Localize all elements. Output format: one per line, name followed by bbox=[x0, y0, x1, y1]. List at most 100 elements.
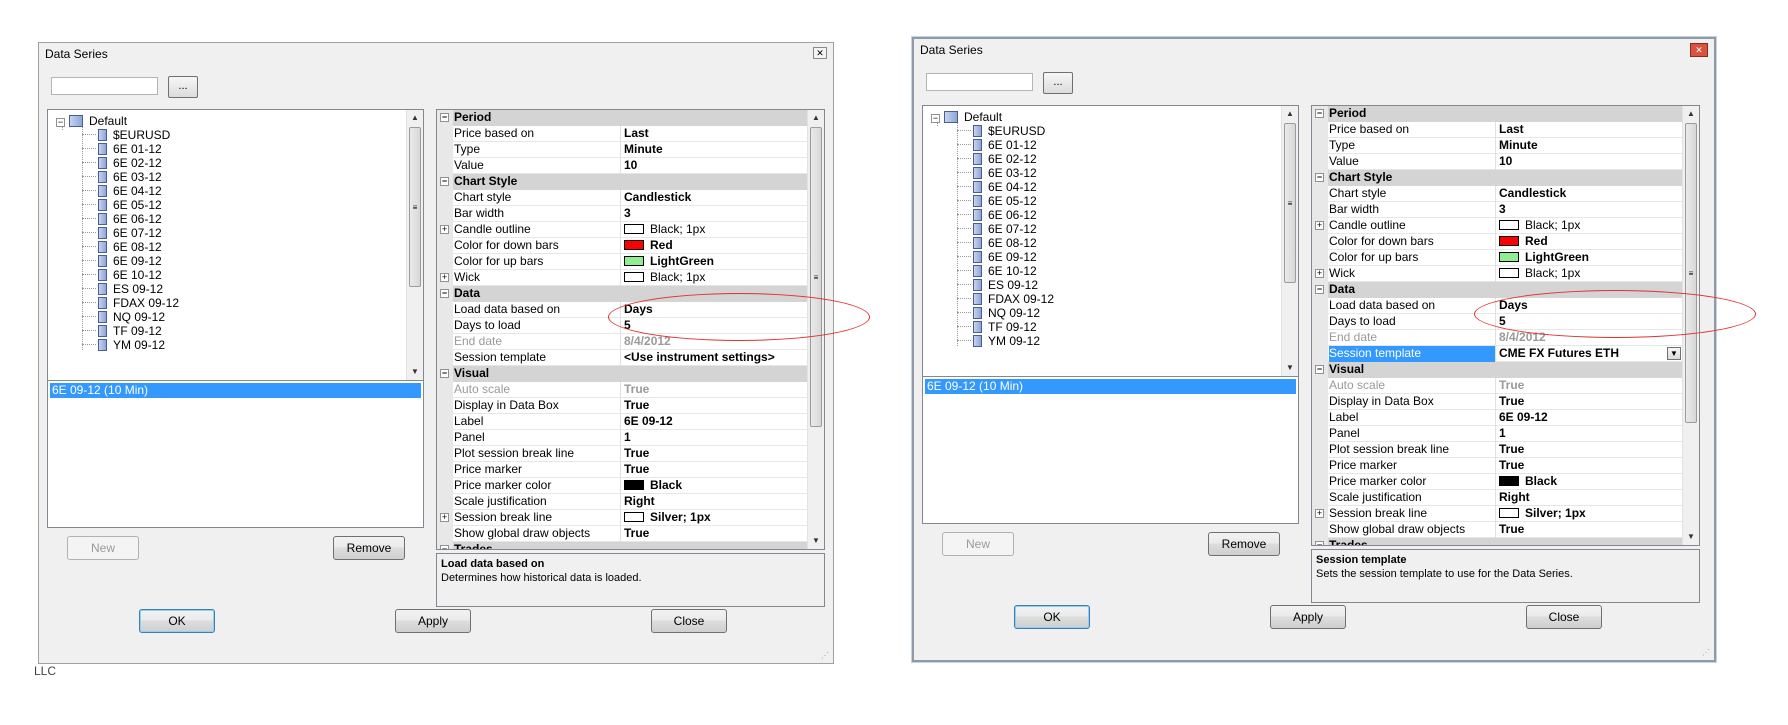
new-button[interactable]: New bbox=[942, 532, 1014, 556]
property-row[interactable]: + Session break line Silver; 1px bbox=[437, 510, 808, 526]
property-value[interactable]: True bbox=[624, 398, 808, 414]
collapse-icon[interactable]: − bbox=[1315, 541, 1324, 545]
collapse-icon[interactable]: − bbox=[440, 369, 449, 378]
collapse-icon[interactable]: − bbox=[1315, 109, 1324, 118]
property-value[interactable]: True bbox=[624, 446, 808, 462]
property-value[interactable]: Red bbox=[624, 238, 808, 254]
category-period[interactable]: − Period bbox=[1312, 106, 1683, 122]
tree-scrollbar[interactable]: ▲ ≡ ▼ bbox=[406, 110, 423, 380]
property-value[interactable]: Black; 1px bbox=[1499, 218, 1683, 234]
tree-scrollbar[interactable]: ▲ ≡ ▼ bbox=[1281, 106, 1298, 376]
property-row[interactable]: Color for down bars Red bbox=[1312, 234, 1683, 250]
series-list-item[interactable]: 6E 09-12 (10 Min) bbox=[50, 383, 421, 398]
property-row[interactable]: Price based on Last bbox=[1312, 122, 1683, 138]
close-window-button[interactable]: ✕ bbox=[1690, 43, 1708, 57]
property-value[interactable]: 6E 09-12 bbox=[1499, 410, 1683, 426]
property-value[interactable]: Black bbox=[1499, 474, 1683, 490]
property-value[interactable]: 3 bbox=[1499, 202, 1683, 218]
property-row-session-template[interactable]: Session template CME FX Futures ETH ▼ bbox=[1312, 346, 1683, 362]
property-row[interactable]: Show global draw objects True bbox=[437, 526, 808, 542]
session-template-value[interactable]: <Use instrument settings> bbox=[624, 350, 808, 366]
collapse-icon[interactable]: − bbox=[1315, 285, 1324, 294]
ok-button[interactable]: OK bbox=[1014, 605, 1090, 629]
remove-button[interactable]: Remove bbox=[1208, 532, 1280, 556]
property-row[interactable]: Price marker color Black bbox=[1312, 474, 1683, 490]
property-row[interactable]: Auto scale True bbox=[437, 382, 808, 398]
property-row[interactable]: + Wick Black; 1px bbox=[437, 270, 808, 286]
property-row[interactable]: Display in Data Box True bbox=[1312, 394, 1683, 410]
scroll-up-arrow-icon[interactable]: ▲ bbox=[407, 110, 423, 126]
collapse-icon[interactable]: − bbox=[1315, 365, 1324, 374]
scroll-thumb[interactable]: ≡ bbox=[1685, 123, 1697, 423]
property-row[interactable]: Type Minute bbox=[437, 142, 808, 158]
property-value[interactable]: Black; 1px bbox=[1499, 266, 1683, 282]
scroll-down-arrow-icon[interactable]: ▼ bbox=[808, 533, 824, 549]
browse-button[interactable]: ... bbox=[1043, 72, 1073, 94]
property-row[interactable]: Bar width 3 bbox=[437, 206, 808, 222]
instrument-search-input[interactable] bbox=[51, 77, 158, 95]
tree-item[interactable]: YM 09-12 bbox=[82, 337, 165, 353]
collapse-icon[interactable]: − bbox=[440, 177, 449, 186]
property-row[interactable]: Display in Data Box True bbox=[437, 398, 808, 414]
session-template-dropdown[interactable]: CME FX Futures ETH ▼ bbox=[1499, 346, 1683, 362]
property-value[interactable]: Black; 1px bbox=[624, 270, 808, 286]
property-row[interactable]: Plot session break line True bbox=[437, 446, 808, 462]
property-value[interactable]: True bbox=[1499, 458, 1683, 474]
title-bar[interactable]: Data Series ✕ bbox=[39, 43, 833, 65]
property-row[interactable]: Type Minute bbox=[1312, 138, 1683, 154]
close-window-button[interactable]: ✕ bbox=[813, 47, 827, 59]
scroll-thumb[interactable]: ≡ bbox=[409, 127, 421, 287]
category-trades[interactable]: − Trades bbox=[1312, 538, 1683, 545]
property-value[interactable]: LightGreen bbox=[1499, 250, 1683, 266]
resize-grip-icon[interactable]: ⋰ bbox=[821, 651, 831, 661]
scroll-up-arrow-icon[interactable]: ▲ bbox=[1282, 106, 1298, 122]
property-row[interactable]: Plot session break line True bbox=[1312, 442, 1683, 458]
collapse-icon[interactable]: − bbox=[440, 289, 449, 298]
category-visual[interactable]: − Visual bbox=[437, 366, 808, 382]
property-value[interactable]: Last bbox=[1499, 122, 1683, 138]
expand-icon[interactable]: + bbox=[1315, 221, 1324, 230]
property-row[interactable]: Scale justification Right bbox=[437, 494, 808, 510]
expand-icon[interactable]: + bbox=[440, 273, 449, 282]
property-value[interactable]: Red bbox=[1499, 234, 1683, 250]
property-value[interactable]: True bbox=[1499, 442, 1683, 458]
property-row[interactable]: Show global draw objects True bbox=[1312, 522, 1683, 538]
new-button[interactable]: New bbox=[67, 536, 139, 560]
remove-button[interactable]: Remove bbox=[333, 536, 405, 560]
apply-button[interactable]: Apply bbox=[1270, 605, 1346, 629]
browse-button[interactable]: ... bbox=[168, 76, 198, 98]
property-row[interactable]: Bar width 3 bbox=[1312, 202, 1683, 218]
property-value[interactable]: True bbox=[1499, 394, 1683, 410]
collapse-icon[interactable]: − bbox=[1315, 173, 1324, 182]
property-row[interactable]: Panel 1 bbox=[1312, 426, 1683, 442]
collapse-icon[interactable]: − bbox=[440, 113, 449, 122]
instrument-tree[interactable]: − Default $EURUSD 6E 01-12 6E 02-12 6E 03… bbox=[922, 105, 1299, 377]
expand-icon[interactable]: + bbox=[1315, 269, 1324, 278]
property-value[interactable]: LightGreen bbox=[624, 254, 808, 270]
collapse-icon[interactable]: − bbox=[440, 545, 449, 549]
category-chart-style[interactable]: − Chart Style bbox=[1312, 170, 1683, 186]
property-row[interactable]: Scale justification Right bbox=[1312, 490, 1683, 506]
scroll-up-arrow-icon[interactable]: ▲ bbox=[808, 110, 824, 126]
property-row[interactable]: Color for up bars LightGreen bbox=[1312, 250, 1683, 266]
property-row[interactable]: + Candle outline Black; 1px bbox=[1312, 218, 1683, 234]
expand-icon[interactable]: + bbox=[1315, 509, 1324, 518]
property-value[interactable]: Minute bbox=[1499, 138, 1683, 154]
scroll-down-arrow-icon[interactable]: ▼ bbox=[1282, 360, 1298, 376]
property-value[interactable]: 10 bbox=[624, 158, 808, 174]
collapse-icon[interactable]: − bbox=[931, 114, 940, 123]
property-row[interactable]: Label 6E 09-12 bbox=[437, 414, 808, 430]
category-visual[interactable]: − Visual bbox=[1312, 362, 1683, 378]
property-row[interactable]: Panel 1 bbox=[437, 430, 808, 446]
close-button[interactable]: Close bbox=[651, 609, 727, 633]
property-value[interactable]: Right bbox=[624, 494, 808, 510]
scroll-thumb[interactable]: ≡ bbox=[810, 127, 822, 427]
selected-series-list[interactable]: 6E 09-12 (10 Min) bbox=[922, 376, 1299, 524]
property-row[interactable]: Color for down bars Red bbox=[437, 238, 808, 254]
scroll-thumb[interactable]: ≡ bbox=[1284, 123, 1296, 283]
close-button[interactable]: Close bbox=[1526, 605, 1602, 629]
property-value[interactable]: Candlestick bbox=[624, 190, 808, 206]
property-row[interactable]: Color for up bars LightGreen bbox=[437, 254, 808, 270]
instrument-tree[interactable]: − Default $EURUSD 6E 01-12 6E 02-12 6E 03… bbox=[47, 109, 424, 381]
series-list-item[interactable]: 6E 09-12 (10 Min) bbox=[925, 379, 1296, 394]
